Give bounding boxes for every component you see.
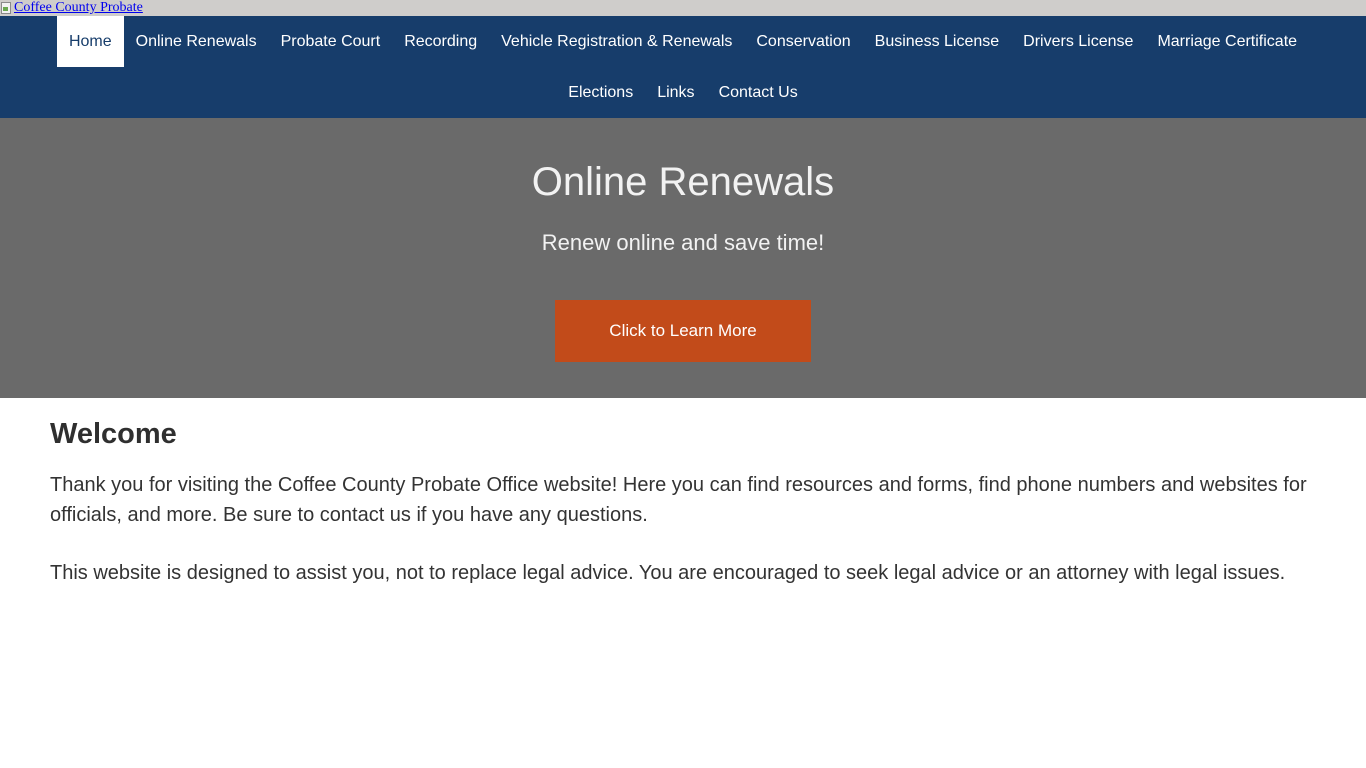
top-bar: Coffee County Probate [0, 0, 1366, 16]
site-logo-link[interactable]: Coffee County Probate [0, 0, 143, 16]
learn-more-button[interactable]: Click to Learn More [555, 300, 811, 362]
main-navigation: Home Online Renewals Probate Court Recor… [0, 16, 1366, 118]
nav-item-business-license[interactable]: Business License [863, 16, 1012, 67]
nav-item-probate-court[interactable]: Probate Court [269, 16, 393, 67]
broken-image-icon [0, 0, 14, 16]
logo-alt-text: Coffee County Probate [14, 0, 143, 15]
nav-item-drivers-license[interactable]: Drivers License [1011, 16, 1145, 67]
nav-item-conservation[interactable]: Conservation [744, 16, 862, 67]
nav-item-contact-us[interactable]: Contact Us [707, 67, 810, 118]
nav-item-online-renewals[interactable]: Online Renewals [124, 16, 269, 67]
hero-subtitle: Renew online and save time! [541, 230, 825, 255]
main-content: Welcome Thank you for visiting the Coffe… [0, 398, 1366, 589]
nav-row-1: Home Online Renewals Probate Court Recor… [0, 16, 1366, 67]
nav-item-vehicle-registration[interactable]: Vehicle Registration & Renewals [489, 16, 744, 67]
hero-title: Online Renewals [531, 160, 835, 204]
nav-item-elections[interactable]: Elections [556, 67, 645, 118]
nav-item-marriage-certificate[interactable]: Marriage Certificate [1145, 16, 1309, 67]
nav-item-links[interactable]: Links [645, 67, 706, 118]
disclaimer-paragraph: This website is designed to assist you, … [50, 562, 1286, 584]
welcome-heading: Welcome [50, 418, 177, 450]
nav-item-recording[interactable]: Recording [392, 16, 489, 67]
nav-row-2: Elections Links Contact Us [0, 67, 1366, 118]
nav-item-home[interactable]: Home [56, 16, 124, 67]
welcome-paragraph: Thank you for visiting the Coffee County… [50, 474, 1307, 526]
hero-banner: Online Renewals Renew online and save ti… [0, 118, 1366, 398]
